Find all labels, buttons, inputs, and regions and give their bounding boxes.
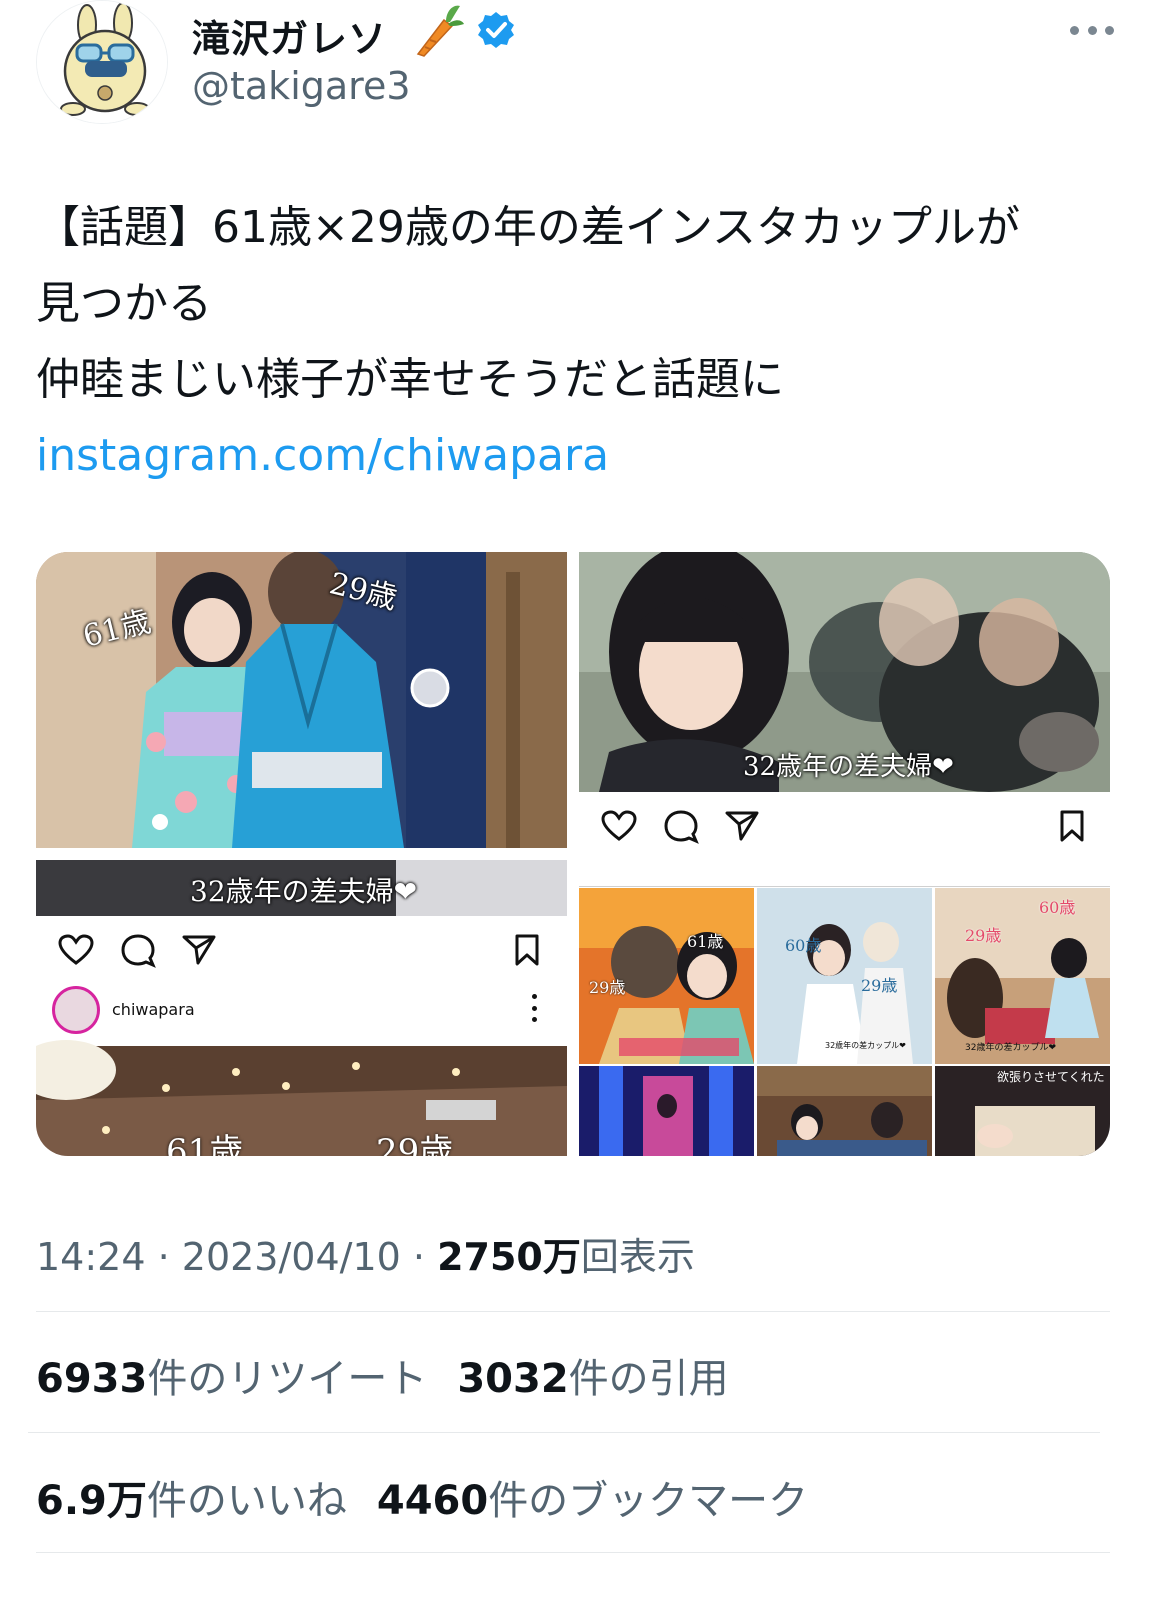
tweet-time[interactable]: 14:24 [36, 1235, 146, 1279]
avatar[interactable] [36, 0, 168, 124]
tile-label: 60歳 [785, 936, 822, 955]
divider [36, 1311, 1110, 1312]
ig-avatar[interactable] [52, 986, 100, 1034]
photo-label-61: 61歳 [166, 1132, 244, 1156]
share-icon[interactable] [725, 810, 759, 842]
name-icons [410, 2, 516, 62]
meta-separator: · [412, 1235, 438, 1279]
tweet-text: 【話題】61歳×29歳の年の差インスタカップルが 見つかる 仲睦まじい様子が幸せ… [36, 190, 1136, 494]
heart-icon[interactable] [601, 810, 637, 842]
photo-caption: 32歳年の差夫婦❤ [190, 875, 418, 908]
share-icon[interactable] [182, 934, 216, 966]
retweets-stat[interactable]: 6933件のリツイート [36, 1346, 427, 1404]
ig-more-icon[interactable] [532, 994, 538, 1022]
heart-icon[interactable] [58, 934, 94, 966]
media-photo-kimono[interactable]: 61歳 29歳 [36, 552, 567, 848]
stats-row-likes: 6.9万件のいいね 4460件のブックマーク [36, 1468, 808, 1526]
media-grid: 61歳 29歳 32歳年の差夫婦❤ 32歳年の差夫婦❤ chiwapara 61… [36, 552, 1110, 1156]
tile-label: 61歳 [687, 932, 724, 951]
stats-row-retweets: 6933件のリツイート 3032件の引用 [36, 1346, 729, 1404]
tweet-meta: 14:24 · 2023/04/10 · 2750万回表示 [36, 1226, 695, 1281]
likes-stat[interactable]: 6.9万件のいいね [36, 1468, 347, 1526]
verified-icon [476, 10, 516, 54]
tile-label: 29歳 [861, 976, 898, 995]
tweet-date[interactable]: 2023/04/10 [182, 1235, 401, 1279]
likes-label: 件のいいね [146, 1478, 347, 1524]
display-name[interactable]: 滝沢ガレソ [192, 8, 387, 63]
tweet-line: 仲睦まじい様子が幸せそうだと話題に [36, 354, 784, 405]
ig-action-bar [601, 810, 759, 844]
tile-caption: 32歳年の差カップル❤ [965, 1043, 1056, 1053]
comment-icon[interactable] [663, 810, 699, 844]
ig-grid-tile[interactable]: 29歳 60歳 32歳年の差カップル❤ [935, 888, 1110, 1064]
divider [36, 1552, 1110, 1553]
ig-grid-tile[interactable]: 欲張りさせてくれた [935, 1066, 1110, 1156]
tile-caption: 32歳年の差カップル❤ [825, 1041, 906, 1050]
comment-icon[interactable] [120, 934, 156, 968]
more-dot-icon [1070, 25, 1079, 35]
retweets-label: 件のリツイート [147, 1356, 428, 1402]
more-dot-icon [1087, 25, 1097, 35]
avatar-illustration [37, 1, 167, 123]
tile-label: 60歳 [1039, 898, 1076, 917]
handle[interactable]: @takigare3 [192, 64, 411, 108]
media-photo-couple-selfie[interactable]: 32歳年の差夫婦❤ [579, 552, 1110, 848]
more-options-button[interactable] [1070, 22, 1114, 38]
media-ig-post-screenshot[interactable]: 32歳年の差夫婦❤ chiwapara 61歳 29歳 [36, 860, 567, 1156]
bookmarks-label: 件のブックマーク [488, 1478, 809, 1524]
ig-grid-tile[interactable]: 60歳 29歳 32歳年の差カップル❤ [757, 888, 932, 1064]
quotes-count: 3032 [457, 1356, 569, 1402]
photo-caption: 32歳年の差夫婦❤ [743, 752, 954, 782]
media-ig-grid-screenshot[interactable]: 61歳 29歳 60歳 29歳 32歳年の差カップル❤ 29歳 60歳 32歳年… [579, 860, 1110, 1156]
likes-count: 6.9万 [36, 1478, 147, 1524]
views-count: 2750万 [437, 1235, 581, 1279]
tweet-link[interactable]: instagram.com/chiwapara [36, 418, 1136, 494]
quotes-label: 件の引用 [568, 1356, 729, 1402]
bookmark-icon[interactable] [514, 934, 540, 966]
ig-grid-tile[interactable] [757, 1066, 932, 1156]
tile-caption: 欲張りさせてくれた [997, 1070, 1105, 1084]
ig-grid-divider [579, 886, 1110, 887]
quotes-stat[interactable]: 3032件の引用 [457, 1346, 728, 1404]
ig-action-bar [58, 934, 216, 968]
carrot-icon [410, 2, 464, 62]
bookmarks-stat[interactable]: 4460件のブックマーク [377, 1468, 808, 1526]
meta-separator: · [157, 1235, 182, 1279]
divider [28, 1432, 1100, 1433]
tweet-line: 見つかる [36, 278, 212, 329]
views-label: 回表示 [580, 1235, 695, 1279]
tile-label: 29歳 [965, 926, 1002, 945]
bookmarks-count: 4460 [376, 1478, 489, 1524]
ig-grid-tile[interactable]: 61歳 29歳 [579, 888, 754, 1064]
photo-label-29: 29歳 [376, 1132, 454, 1156]
more-dot-icon [1105, 25, 1114, 35]
tweet-line: 【話題】61歳×29歳の年の差インスタカップルが [36, 202, 1020, 253]
tile-label: 29歳 [589, 978, 626, 997]
ig-username[interactable]: chiwapara [112, 1000, 195, 1019]
ig-grid-tile[interactable] [579, 1066, 754, 1156]
retweets-count: 6933 [36, 1356, 148, 1402]
bookmark-icon[interactable] [1059, 810, 1085, 842]
